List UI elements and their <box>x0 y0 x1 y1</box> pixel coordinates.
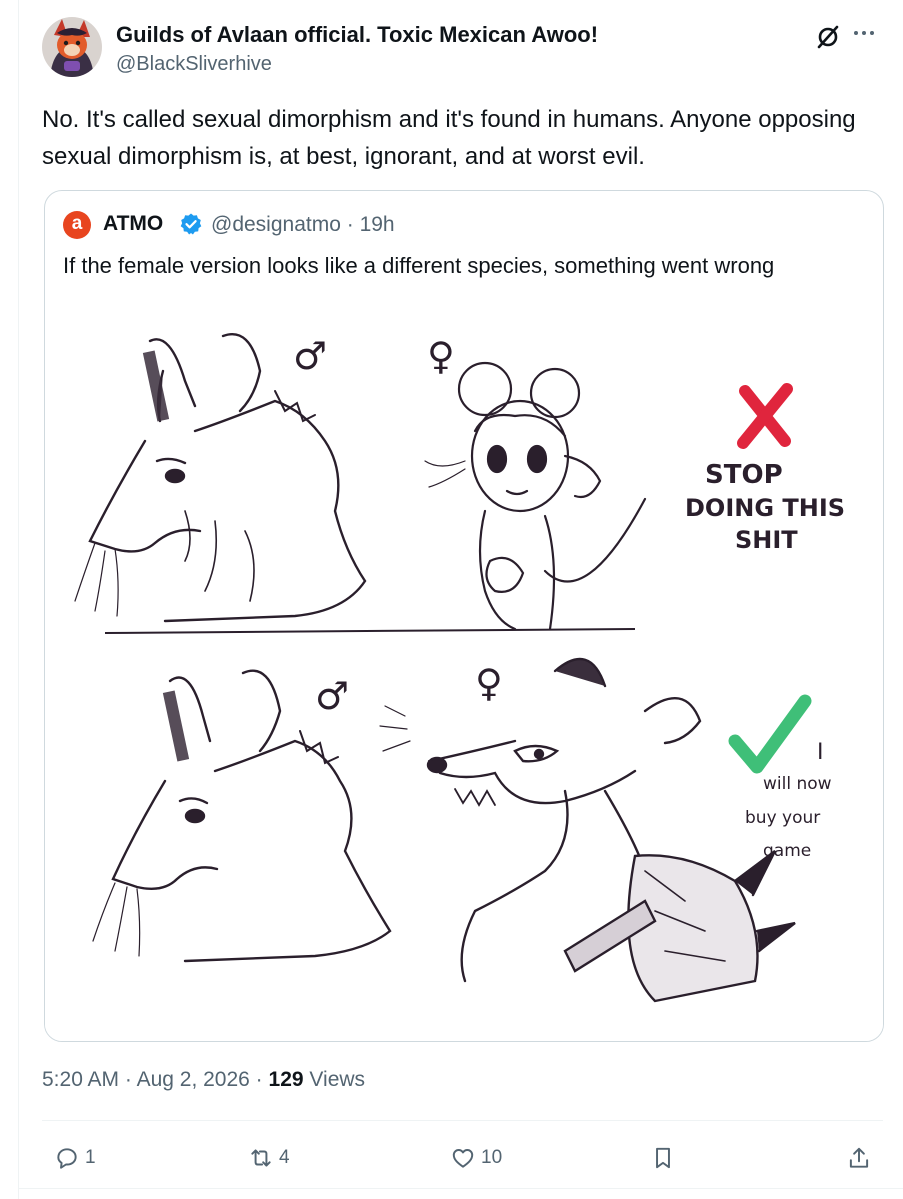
quoted-tweet-image[interactable]: ♂ ♀ STOP DOING THIS SHIT ♂ ♀ I will now … <box>45 311 883 1041</box>
more-options-icon[interactable] <box>849 22 879 44</box>
share-button[interactable] <box>846 1140 872 1176</box>
action-bar-divider <box>42 1120 883 1121</box>
views-count: 129 <box>268 1068 304 1091</box>
top-female-symbol: ♀ <box>427 334 455 378</box>
action-bar: 1 4 10 <box>42 1140 883 1176</box>
bookmark-button[interactable] <box>650 1140 676 1176</box>
verified-badge-icon <box>179 212 203 236</box>
quoted-author-name[interactable]: ATMO <box>103 212 163 236</box>
author-name[interactable]: Guilds of Avlaan official. Toxic Mexican… <box>116 22 598 48</box>
bookmark-icon <box>656 1147 670 1169</box>
like-count: 10 <box>481 1147 503 1168</box>
column-border-bottom <box>18 1188 903 1189</box>
top-caption-line-2: DOING THIS <box>685 494 845 522</box>
quoted-author-handle-and-age[interactable]: @designatmo · 19h <box>211 213 395 237</box>
top-caption-line-3: SHIT <box>735 526 798 554</box>
quoted-tweet-card[interactable]: a ATMO @designatmo · 19h If the female v… <box>44 190 884 1042</box>
quoted-author-avatar[interactable]: a <box>63 211 91 239</box>
author-avatar[interactable] <box>42 17 102 77</box>
quoted-age: 19h <box>359 213 395 236</box>
quoted-handle: @designatmo <box>211 213 341 236</box>
tweet-text: No. It's called sexual dimorphism and it… <box>42 106 856 170</box>
top-caption-line-1: STOP <box>705 460 783 490</box>
reply-icon <box>57 1148 77 1169</box>
reply-count: 1 <box>85 1147 96 1168</box>
tweet-time[interactable]: 5:20 AM <box>42 1068 119 1091</box>
repost-count: 4 <box>279 1147 290 1168</box>
grok-icon[interactable] <box>815 24 841 50</box>
tweet-meta: 5:20 AM · Aug 2, 2026 · 129 Views <box>42 1068 366 1091</box>
repost-button[interactable]: 4 <box>248 1140 290 1176</box>
reply-button[interactable]: 1 <box>54 1140 96 1176</box>
author-handle[interactable]: @BlackSliverhive <box>116 53 272 76</box>
views-label: Views <box>309 1068 366 1091</box>
bottom-male-symbol: ♂ <box>315 674 349 718</box>
tweet-date[interactable]: Aug 2, 2026 <box>137 1068 250 1091</box>
heart-icon <box>452 1149 474 1168</box>
bottom-caption-line-1: I <box>817 740 824 765</box>
bottom-caption-line-3: buy your <box>745 808 820 828</box>
tweet-header: Guilds of Avlaan official. Toxic Mexican… <box>42 14 883 78</box>
like-button[interactable]: 10 <box>450 1140 502 1176</box>
bottom-caption-line-2: will now <box>763 774 832 794</box>
repost-icon <box>251 1149 271 1167</box>
bottom-female-symbol: ♀ <box>475 661 503 705</box>
quoted-tweet-text: If the female version looks like a diffe… <box>63 253 775 278</box>
bottom-caption-line-4: game <box>763 841 811 861</box>
column-border-left <box>18 0 19 1199</box>
share-icon <box>849 1147 869 1168</box>
top-male-symbol: ♂ <box>293 334 327 378</box>
